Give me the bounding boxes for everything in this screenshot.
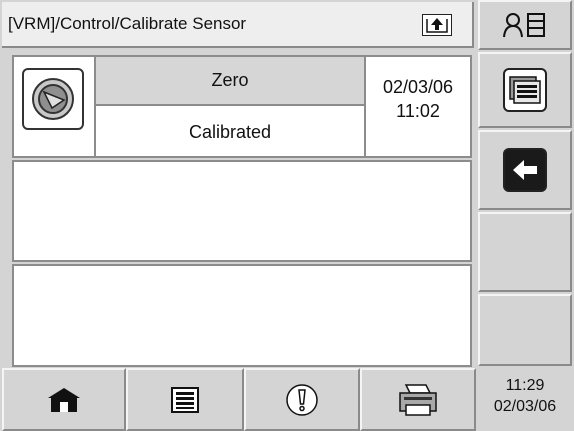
alarm-icon xyxy=(286,383,318,416)
title-bar: [VRM]/Control/Calibrate Sensor xyxy=(2,2,474,48)
system-clock: 11:29 02/03/06 xyxy=(476,368,574,431)
empty-row-3[interactable] xyxy=(12,264,472,367)
user-button[interactable] xyxy=(478,0,572,50)
menu-button[interactable] xyxy=(126,368,244,431)
clock-time: 11:29 xyxy=(505,377,545,394)
back-button[interactable] xyxy=(478,130,572,210)
clock-date: 02/03/06 xyxy=(493,398,557,415)
side-menu xyxy=(476,0,574,431)
sensor-button[interactable] xyxy=(22,68,84,130)
list-icon xyxy=(171,386,199,413)
calibration-time: 11:02 xyxy=(396,101,440,121)
alarm-button[interactable] xyxy=(244,368,360,431)
side-empty-button-2[interactable] xyxy=(478,294,572,366)
screen-frame: [VRM]/Control/Calibrate Sensor Zero Cali… xyxy=(0,0,574,431)
bottom-bar: 11:29 02/03/06 xyxy=(0,368,574,431)
user-list-icon xyxy=(503,13,545,38)
stacked-list-icon xyxy=(503,68,547,112)
home-button[interactable] xyxy=(2,368,126,431)
side-empty-button-1[interactable] xyxy=(478,212,572,292)
calibration-date: 02/03/06 xyxy=(382,77,454,97)
sensor-dial-icon xyxy=(32,78,74,120)
calibration-timestamp: 02/03/06 11:02 xyxy=(364,57,470,156)
print-button[interactable] xyxy=(360,368,476,431)
calibration-mode: Zero xyxy=(96,57,364,106)
calibration-status: Calibrated xyxy=(96,106,364,156)
list-view-button[interactable] xyxy=(478,52,572,128)
page-title: [VRM]/Control/Calibrate Sensor xyxy=(8,14,247,33)
calibration-row: Zero Calibrated 02/03/06 11:02 xyxy=(12,55,472,158)
home-icon xyxy=(48,387,80,412)
back-arrow-icon xyxy=(503,148,547,192)
printer-icon xyxy=(399,383,437,416)
empty-row-2[interactable] xyxy=(12,160,472,262)
sensor-cell xyxy=(14,57,96,156)
tray-up-arrow-icon[interactable] xyxy=(422,14,452,36)
